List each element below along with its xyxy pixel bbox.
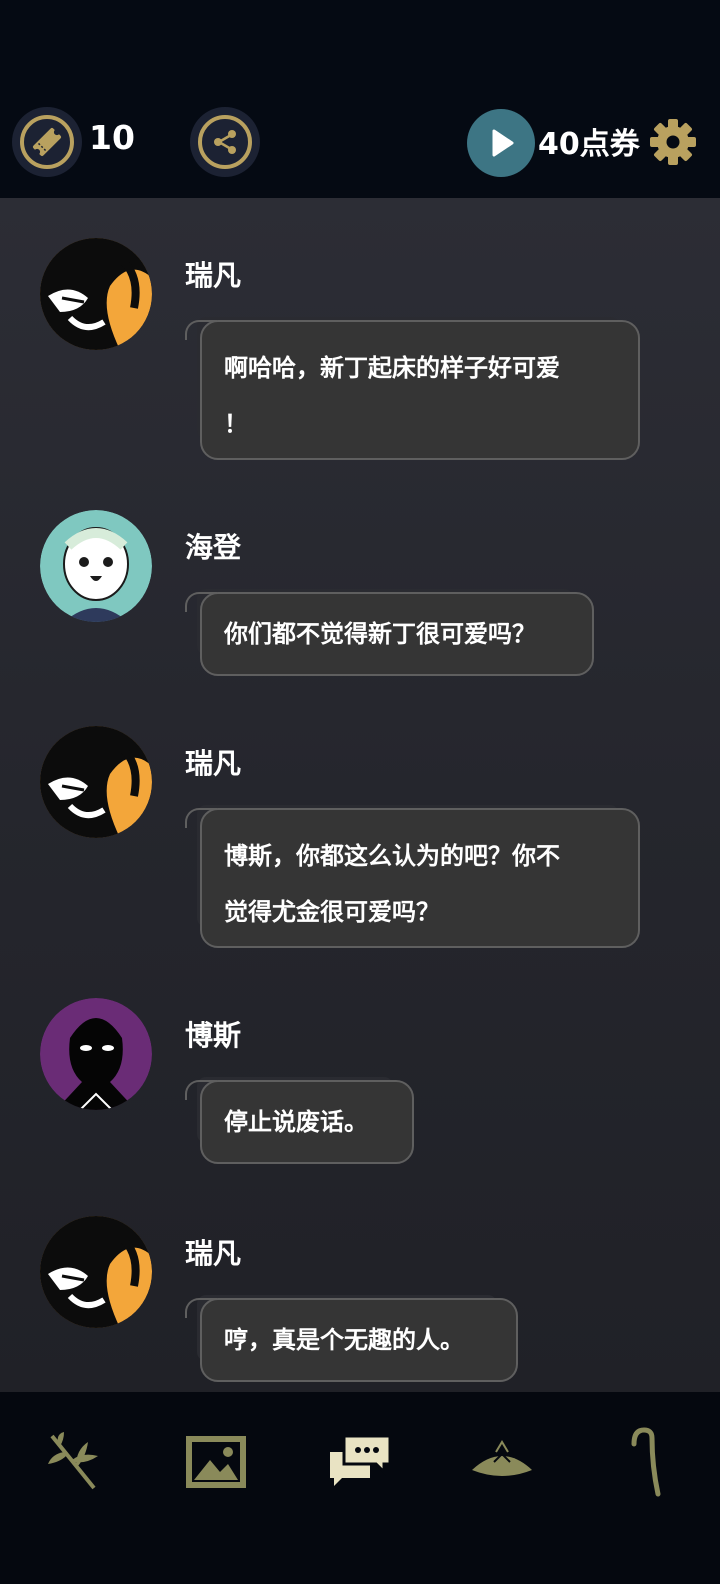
share-button[interactable] bbox=[190, 107, 260, 177]
hayden-avatar[interactable] bbox=[40, 510, 152, 622]
nav-items[interactable] bbox=[604, 1422, 684, 1502]
cane-icon bbox=[631, 1427, 661, 1497]
chat-icon bbox=[330, 1434, 392, 1486]
rufan-avatar[interactable] bbox=[40, 1216, 152, 1328]
branch-icon bbox=[48, 1432, 98, 1490]
ticket-count: 10 bbox=[89, 118, 135, 157]
nav-chat[interactable] bbox=[320, 1422, 400, 1502]
message-text-line: 停止说废话。 bbox=[224, 1108, 368, 1136]
points-label: 40点券 bbox=[538, 127, 640, 162]
gallery-icon bbox=[186, 1436, 246, 1488]
message-text-line: ！ bbox=[224, 410, 248, 438]
message-text-line: 哼，真是个无趣的人。 bbox=[224, 1326, 464, 1354]
nav-story[interactable] bbox=[34, 1422, 114, 1502]
bottom-nav bbox=[0, 1392, 720, 1584]
nav-gallery[interactable] bbox=[176, 1422, 256, 1502]
top-bar: 10 40点券 bbox=[0, 0, 720, 198]
rufan-avatar[interactable] bbox=[40, 238, 152, 350]
play-icon bbox=[492, 129, 514, 157]
speaker-name: 瑞凡 bbox=[185, 1237, 242, 1270]
message-text-line: 博斯，你都这么认为的吧？你不 bbox=[224, 842, 560, 870]
speaker-name: 瑞凡 bbox=[185, 747, 242, 780]
message-bubble: 停止说废话。 bbox=[185, 1080, 414, 1164]
message-text-line: 啊哈哈，新丁起床的样子好可爱 bbox=[224, 354, 560, 382]
message-text-line: 觉得尤金很可爱吗？ bbox=[224, 898, 440, 926]
hat-icon bbox=[472, 1440, 532, 1476]
nav-character[interactable] bbox=[462, 1422, 542, 1502]
message-bubble: 啊哈哈，新丁起床的样子好可爱 ！ bbox=[185, 320, 640, 460]
app-screen: 10 40点券 瑞凡 啊哈哈，新丁起床的样子好可爱 ！ 海登 你们都不觉得新丁很… bbox=[0, 0, 720, 1584]
boss-avatar[interactable] bbox=[40, 998, 152, 1110]
message-bubble: 博斯，你都这么认为的吧？你不 觉得尤金很可爱吗？ bbox=[185, 808, 640, 948]
watch-ad-button[interactable] bbox=[467, 109, 535, 177]
message-bubble: 哼，真是个无趣的人。 bbox=[185, 1298, 518, 1382]
speaker-name: 瑞凡 bbox=[185, 259, 242, 292]
message-bubble: 你们都不觉得新丁很可爱吗？ bbox=[185, 592, 594, 676]
share-icon bbox=[198, 115, 252, 169]
ticket-button[interactable] bbox=[12, 107, 82, 177]
speaker-name: 海登 bbox=[185, 531, 242, 564]
chat-log[interactable]: 瑞凡 啊哈哈，新丁起床的样子好可爱 ！ 海登 你们都不觉得新丁很可爱吗？ 瑞凡 … bbox=[0, 198, 720, 1392]
rufan-avatar[interactable] bbox=[40, 726, 152, 838]
gear-icon[interactable] bbox=[648, 117, 698, 167]
ticket-icon bbox=[20, 115, 74, 169]
speaker-name: 博斯 bbox=[185, 1019, 242, 1052]
message-text-line: 你们都不觉得新丁很可爱吗？ bbox=[224, 620, 536, 648]
